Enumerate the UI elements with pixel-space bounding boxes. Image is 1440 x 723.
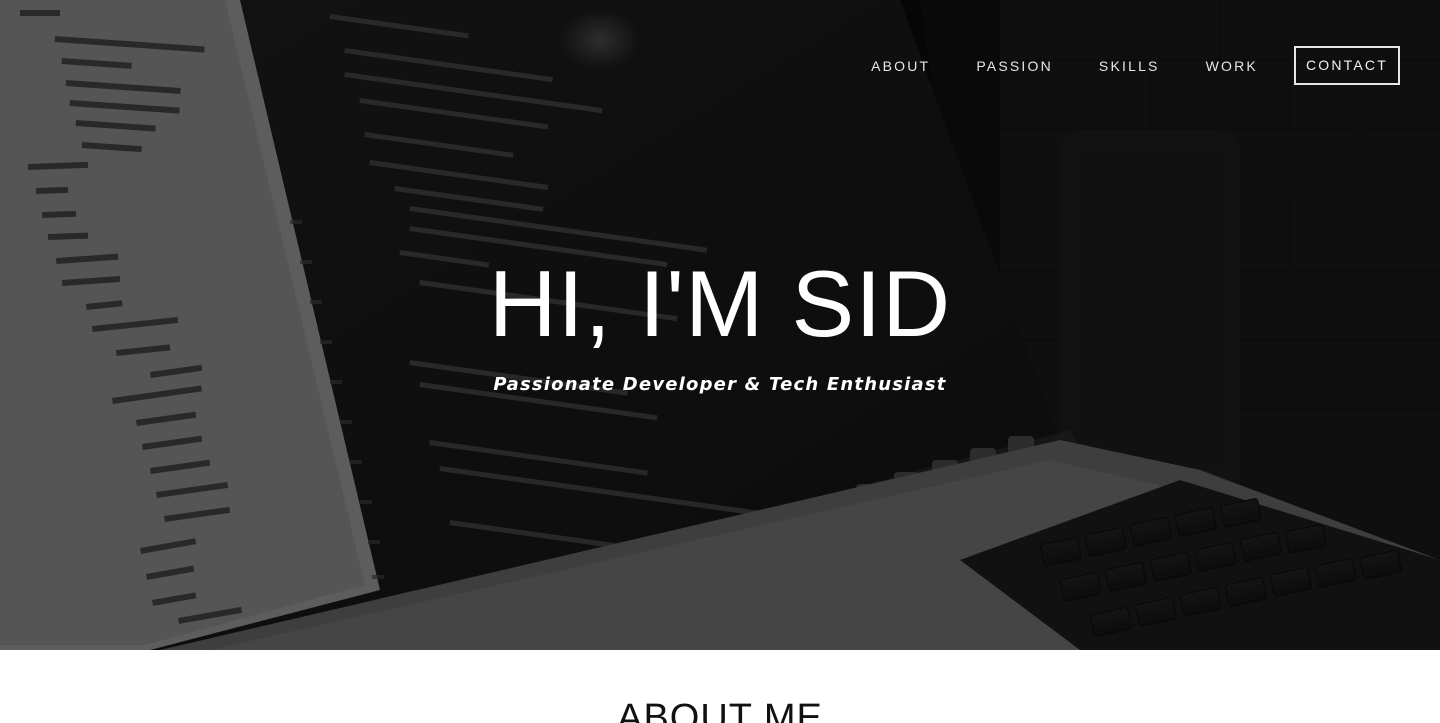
hero-content: HI, I'M SID Passionate Developer & Tech … bbox=[0, 251, 1440, 396]
about-section: ABOUT ME bbox=[0, 650, 1440, 723]
hero-section: ABOUT PASSION SKILLS WORK CONTACT HI, I'… bbox=[0, 0, 1440, 650]
about-title: ABOUT ME bbox=[617, 697, 823, 723]
hero-subtitle: Passionate Developer & Tech Enthusiast bbox=[493, 374, 947, 395]
hero-title: HI, I'M SID bbox=[488, 251, 952, 356]
nav-link-about[interactable]: ABOUT bbox=[871, 49, 930, 83]
nav-link-work[interactable]: WORK bbox=[1206, 49, 1258, 83]
nav-link-passion[interactable]: PASSION bbox=[976, 49, 1053, 83]
nav-link-skills[interactable]: SKILLS bbox=[1099, 49, 1160, 83]
main-nav: ABOUT PASSION SKILLS WORK CONTACT bbox=[871, 46, 1400, 85]
nav-contact-button[interactable]: CONTACT bbox=[1293, 46, 1400, 85]
